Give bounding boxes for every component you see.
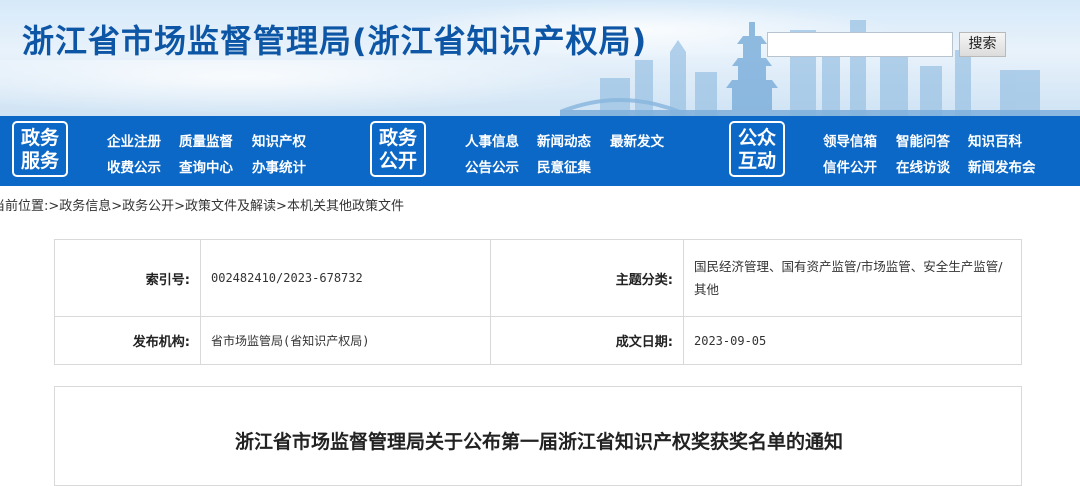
nav-link-personnel-info[interactable]: 人事信息 [465,130,519,150]
nav-link-latest-documents[interactable]: 最新发文 [610,130,664,150]
index-number-value: 002482410/2023-678732 [201,240,491,317]
index-number-label: 索引号: [55,240,201,317]
article-content-panel: 浙江省市场监督管理局关于公布第一届浙江省知识产权奖获奖名单的通知 [54,386,1022,486]
nav-link-online-interview[interactable]: 在线访谈 [896,156,950,176]
search-button[interactable]: 搜索 [959,32,1006,57]
nav-badge-gov-disclosure[interactable]: 政务 公开 [370,121,426,177]
search-input[interactable] [767,32,953,57]
nav-link-announcements[interactable]: 公告公示 [465,156,519,176]
header-banner: 浙江省市场监督管理局(浙江省知识产权局) 搜索 [0,0,1080,116]
nav-badge-line: 政务 [378,127,417,149]
nav-link-smart-qa[interactable]: 智能问答 [896,130,950,150]
nav-link-query-center[interactable]: 查询中心 [179,156,233,176]
nav-link-leader-mailbox[interactable]: 领导信箱 [823,130,877,150]
nav-link-intellectual-property[interactable]: 知识产权 [252,130,306,150]
publishing-org-label: 发布机构: [55,317,201,364]
document-metadata-table: 索引号: 002482410/2023-678732 主题分类: 国民经济管理、… [54,239,1022,365]
article-title: 浙江省市场监督管理局关于公布第一届浙江省知识产权奖获奖名单的通知 [234,431,843,453]
nav-badge-line: 互动 [737,150,776,172]
nav-badge-line: 公开 [378,150,417,172]
breadcrumb[interactable]: 当前位置:>政务信息>政务公开>政策文件及解读>本机关其他政策文件 [0,195,404,214]
document-date-value: 2023-09-05 [694,333,767,348]
site-title: 浙江省市场监督管理局(浙江省知识产权局) [22,22,648,60]
main-nav: 政务 服务 企业注册 质量监督 知识产权 收费公示 查询中心 办事统计 政务 公… [0,116,1080,186]
nav-link-public-letters[interactable]: 信件公开 [823,156,877,176]
nav-badge-line: 服务 [20,150,59,172]
banner-cloud [0,60,600,116]
nav-link-fee-disclosure[interactable]: 收费公示 [107,156,161,176]
publishing-org-value: 省市场监管局(省知识产权局) [201,317,491,364]
nav-link-public-opinion[interactable]: 民意征集 [537,156,591,176]
nav-badge-gov-service[interactable]: 政务 服务 [12,121,68,177]
nav-badge-public-interaction[interactable]: 公众 互动 [729,121,785,177]
document-date-label: 成文日期: [491,317,684,364]
topic-category-value: 国民经济管理、国有资产监管/市场监管、安全生产监管/其他 [684,240,1021,317]
nav-link-quality-supervision[interactable]: 质量监督 [179,130,233,150]
nav-link-knowledge-base[interactable]: 知识百科 [968,130,1022,150]
nav-link-service-statistics[interactable]: 办事统计 [252,156,306,176]
topic-category-label: 主题分类: [491,240,684,317]
nav-badge-line: 政务 [20,127,59,149]
nav-link-enterprise-registration[interactable]: 企业注册 [107,130,161,150]
nav-link-press-conference[interactable]: 新闻发布会 [968,156,1036,176]
nav-badge-line: 公众 [737,127,776,149]
nav-link-news[interactable]: 新闻动态 [537,130,591,150]
